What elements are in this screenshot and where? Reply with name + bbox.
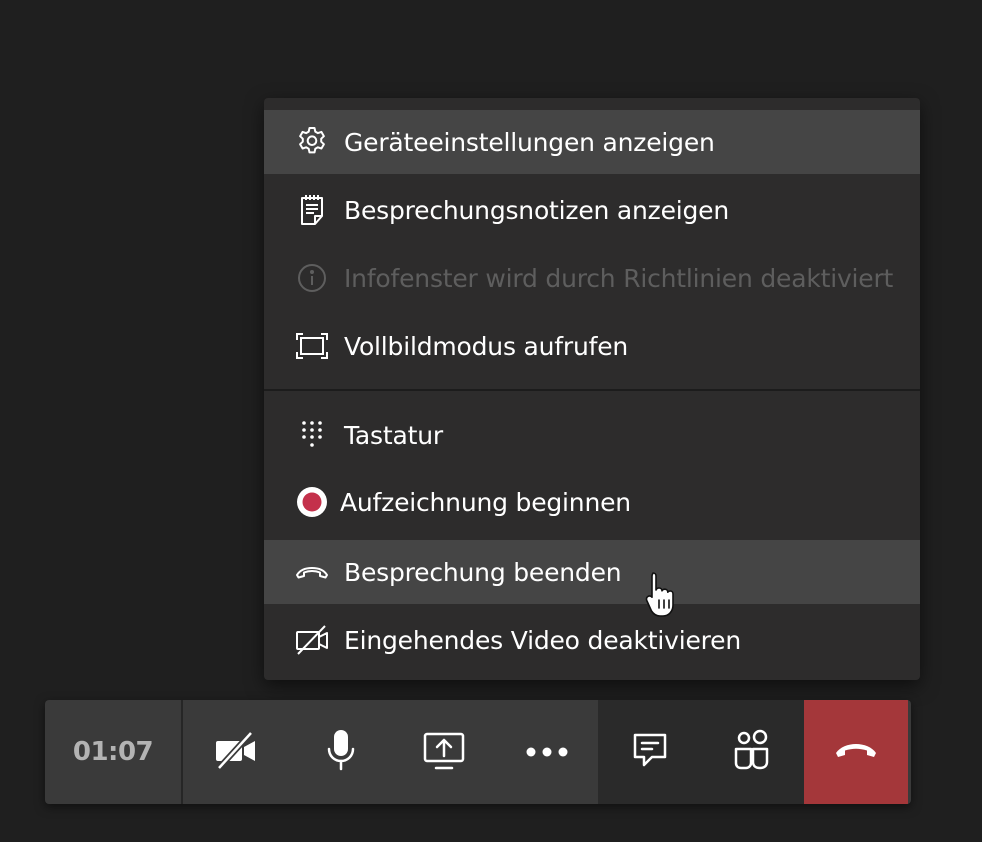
hang-up-icon <box>833 740 879 764</box>
menu-item-info-pane: Infofenster wird durch Richtlinien deakt… <box>264 246 920 310</box>
dialpad-icon <box>292 415 332 455</box>
menu-item-label: Geräteeinstellungen anzeigen <box>344 127 715 157</box>
menu-item-label: Besprechung beenden <box>344 557 622 587</box>
hand-cursor-icon <box>645 570 677 624</box>
notes-icon <box>292 190 332 230</box>
camera-toggle-button[interactable] <box>183 700 289 804</box>
chat-icon <box>630 730 670 774</box>
menu-item-label: Besprechungsnotizen anzeigen <box>344 195 730 225</box>
more-icon <box>525 743 569 762</box>
menu-item-end-meeting[interactable]: Besprechung beenden <box>264 540 920 604</box>
chat-button[interactable] <box>598 700 701 804</box>
hang-up-button[interactable] <box>804 700 908 804</box>
microphone-icon <box>324 728 358 776</box>
fullscreen-icon <box>292 326 332 366</box>
microphone-button[interactable] <box>289 700 392 804</box>
menu-item-label: Tastatur <box>344 420 443 450</box>
menu-item-device-settings[interactable]: Geräteeinstellungen anzeigen <box>264 110 920 174</box>
more-actions-menu: Geräteeinstellungen anzeigen Besprechung… <box>264 98 920 680</box>
share-screen-button[interactable] <box>392 700 495 804</box>
video-off-icon <box>292 620 332 660</box>
menu-item-label: Vollbildmodus aufrufen <box>344 331 629 361</box>
call-control-bar: 01:07 <box>45 700 911 804</box>
menu-item-label: Aufzeichnung beginnen <box>340 487 631 517</box>
menu-item-start-recording[interactable]: Aufzeichnung beginnen <box>264 470 920 534</box>
menu-divider <box>264 389 920 391</box>
menu-item-label: Infofenster wird durch Richtlinien deakt… <box>344 263 894 293</box>
menu-item-label: Eingehendes Video deaktivieren <box>344 625 741 655</box>
menu-item-meeting-notes[interactable]: Besprechungsnotizen anzeigen <box>264 178 920 242</box>
camera-off-icon <box>213 730 259 774</box>
participants-button[interactable] <box>701 700 804 804</box>
gear-icon <box>292 122 332 162</box>
menu-item-dialpad[interactable]: Tastatur <box>264 403 920 467</box>
more-actions-button[interactable] <box>495 700 598 804</box>
share-screen-icon <box>422 730 466 774</box>
end-meeting-icon <box>292 552 332 592</box>
record-icon <box>292 482 332 522</box>
info-icon <box>292 258 332 298</box>
call-timer: 01:07 <box>45 700 183 804</box>
people-icon <box>733 729 773 775</box>
menu-item-disable-incoming-video[interactable]: Eingehendes Video deaktivieren <box>264 608 920 672</box>
menu-item-fullscreen[interactable]: Vollbildmodus aufrufen <box>264 314 920 378</box>
